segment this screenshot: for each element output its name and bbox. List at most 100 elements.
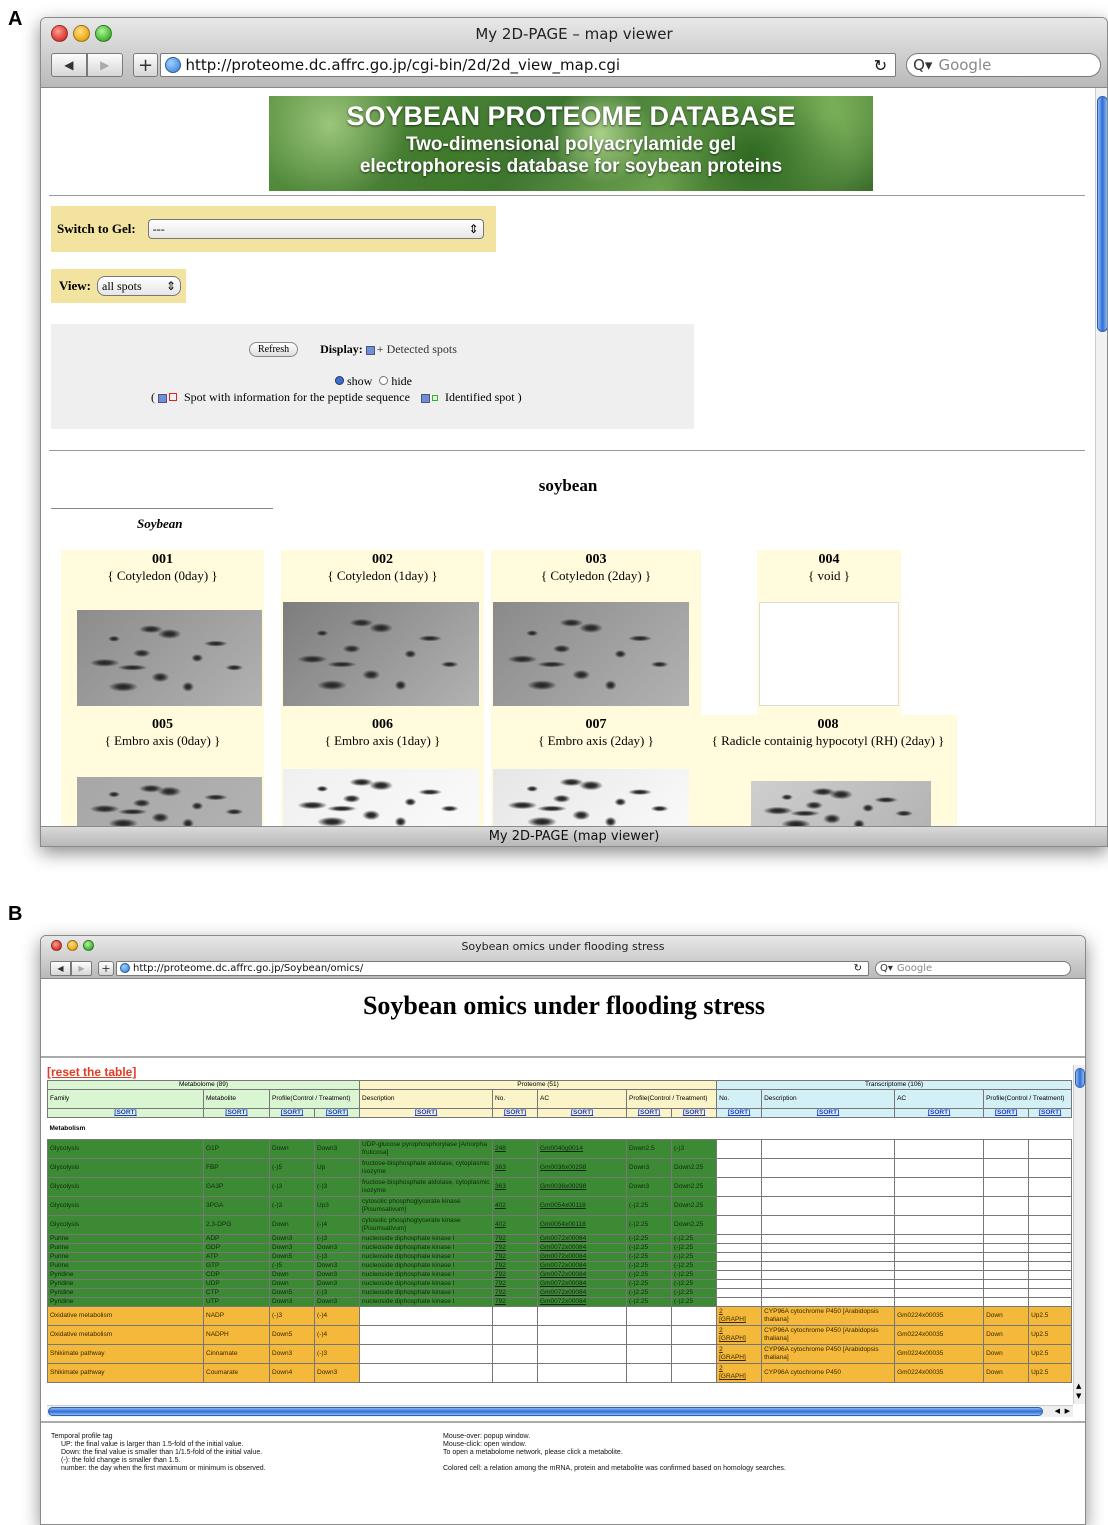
number-cell[interactable]: 792 bbox=[492, 1279, 539, 1289]
scroll-thumb-b[interactable] bbox=[1075, 1068, 1085, 1088]
metabolite-cell[interactable]: Cinnamate bbox=[203, 1344, 270, 1364]
number-cell[interactable]: 363 bbox=[492, 1177, 539, 1197]
h-scroll-thumb[interactable] bbox=[48, 1407, 1043, 1416]
scroll-down-arrow[interactable]: ▼ bbox=[1076, 1392, 1081, 1400]
gel-image[interactable] bbox=[283, 602, 479, 706]
accession-cell[interactable]: Gm0072x00084 bbox=[537, 1243, 628, 1253]
sort-link[interactable]: [SORT] bbox=[1028, 1108, 1073, 1118]
reload-icon[interactable]: ↻ bbox=[874, 56, 887, 75]
sort-link[interactable]: [SORT] bbox=[359, 1108, 494, 1118]
identified-checkbox[interactable] bbox=[420, 393, 430, 403]
number-cell[interactable]: 402 bbox=[492, 1215, 539, 1235]
url-bar[interactable]: http://proteome.dc.affrc.go.jp/Soybean/o… bbox=[116, 960, 869, 976]
accession-cell[interactable]: Gm0036x00298 bbox=[537, 1177, 628, 1197]
sort-link[interactable]: [SORT] bbox=[761, 1108, 896, 1118]
gel-card-007[interactable]: 007{ Embro axis (2day) } bbox=[491, 715, 701, 835]
gel-card-001[interactable]: 001{ Cotyledon (0day) } bbox=[61, 550, 264, 720]
reset-table-link[interactable]: [reset the table] bbox=[47, 1065, 1073, 1080]
gel-image[interactable] bbox=[493, 602, 689, 706]
sort-link[interactable]: [SORT] bbox=[983, 1108, 1030, 1118]
accession-cell[interactable]: Gm0072x00084 bbox=[537, 1252, 628, 1262]
metabolite-cell[interactable]: ADP bbox=[203, 1234, 270, 1244]
reload-icon[interactable]: ↻ bbox=[854, 963, 862, 974]
metabolite-cell[interactable]: GTP bbox=[203, 1261, 270, 1271]
metabolite-cell[interactable]: G1P bbox=[203, 1139, 270, 1159]
forward-button[interactable]: ▶ bbox=[71, 960, 92, 976]
sort-link[interactable]: [SORT] bbox=[671, 1108, 718, 1118]
sort-link[interactable]: [SORT] bbox=[716, 1108, 763, 1118]
metabolite-cell[interactable]: GA3P bbox=[203, 1177, 270, 1197]
number-cell[interactable]: 248 bbox=[492, 1139, 539, 1159]
gel-image[interactable] bbox=[759, 602, 899, 706]
metabolite-cell[interactable]: 3PGA bbox=[203, 1196, 270, 1216]
sort-link[interactable]: [SORT] bbox=[47, 1108, 204, 1118]
sort-link[interactable]: [SORT] bbox=[894, 1108, 985, 1118]
refresh-button[interactable]: Refresh bbox=[249, 342, 299, 357]
accession-cell[interactable]: Gm0072x00084 bbox=[537, 1234, 628, 1244]
accession-cell[interactable]: Gm0054x00118 bbox=[537, 1196, 628, 1216]
search-box[interactable]: Q▾ Google bbox=[906, 53, 1101, 77]
accession-cell[interactable]: Gm0054x00118 bbox=[537, 1215, 628, 1235]
scroll-left-arrow[interactable]: ◀ bbox=[1055, 1407, 1060, 1415]
metabolite-cell[interactable]: NADPH bbox=[203, 1325, 270, 1345]
metabolite-cell[interactable]: ATP bbox=[203, 1252, 270, 1262]
url-bar[interactable]: http://proteome.dc.affrc.go.jp/cgi-bin/2… bbox=[160, 53, 897, 77]
add-bookmark-button[interactable]: + bbox=[98, 960, 114, 976]
scroll-right-arrow[interactable]: ▶ bbox=[1065, 1407, 1070, 1415]
transcript-number-cell[interactable]: 2 [GRAPH] bbox=[716, 1325, 763, 1345]
sort-link[interactable]: [SORT] bbox=[203, 1108, 270, 1118]
metabolite-cell[interactable]: GDP bbox=[203, 1243, 270, 1253]
number-cell[interactable]: 792 bbox=[492, 1234, 539, 1244]
gel-card-006[interactable]: 006{ Embro axis (1day) } bbox=[281, 715, 484, 835]
back-button[interactable]: ◀ bbox=[51, 53, 87, 77]
add-bookmark-button[interactable]: + bbox=[132, 53, 159, 77]
metabolite-cell[interactable]: FBP bbox=[203, 1158, 270, 1178]
vertical-scrollbar-b[interactable]: ▲ ▼ bbox=[1073, 1065, 1085, 1404]
metabolite-cell[interactable]: UDP bbox=[203, 1279, 270, 1289]
metabolite-cell[interactable]: NADP bbox=[203, 1306, 270, 1326]
number-cell[interactable]: 792 bbox=[492, 1243, 539, 1253]
transcript-number-cell[interactable]: 2 [GRAPH] bbox=[716, 1363, 763, 1383]
sort-link[interactable]: [SORT] bbox=[313, 1108, 361, 1118]
sort-link[interactable]: [SORT] bbox=[269, 1108, 315, 1118]
gel-card-003[interactable]: 003{ Cotyledon (2day) } bbox=[491, 550, 701, 720]
transcript-number-cell[interactable]: 2 [GRAPH] bbox=[716, 1344, 763, 1364]
number-cell[interactable]: 402 bbox=[492, 1196, 539, 1216]
gel-card-004[interactable]: 004{ void } bbox=[757, 550, 901, 720]
back-button[interactable]: ◀ bbox=[50, 960, 71, 976]
gel-image[interactable] bbox=[77, 610, 262, 706]
number-cell[interactable]: 792 bbox=[492, 1252, 539, 1262]
switch-gel-select[interactable]: --- ⇕ bbox=[147, 219, 484, 239]
sort-link[interactable]: [SORT] bbox=[537, 1108, 628, 1118]
graph-link[interactable]: [GRAPH] bbox=[719, 1373, 759, 1381]
scroll-up-arrow[interactable]: ▲ bbox=[1076, 1382, 1081, 1390]
gel-card-002[interactable]: 002{ Cotyledon (1day) } bbox=[281, 550, 484, 720]
metabolite-cell[interactable]: CDP bbox=[203, 1270, 270, 1280]
metabolite-cell[interactable]: UTP bbox=[203, 1297, 270, 1307]
graph-link[interactable]: [GRAPH] bbox=[719, 1354, 759, 1362]
horizontal-scrollbar-b[interactable]: ◀ ▶ bbox=[47, 1405, 1073, 1417]
forward-button[interactable]: ▶ bbox=[86, 53, 123, 77]
sort-link[interactable]: [SORT] bbox=[626, 1108, 673, 1118]
hide-radio[interactable] bbox=[379, 376, 389, 385]
view-select[interactable]: all spots ⇕ bbox=[97, 276, 182, 296]
number-cell[interactable]: 792 bbox=[492, 1288, 539, 1298]
sort-link[interactable]: [SORT] bbox=[492, 1108, 539, 1118]
accession-cell[interactable]: Gm0072x00084 bbox=[537, 1270, 628, 1280]
show-radio[interactable] bbox=[335, 376, 344, 385]
number-cell[interactable]: 792 bbox=[492, 1261, 539, 1271]
gel-card-008[interactable]: 008{ Radicle containig hypocotyl (RH) (2… bbox=[699, 715, 957, 835]
graph-link[interactable]: [GRAPH] bbox=[719, 1335, 759, 1343]
transcript-number-cell[interactable]: 2 [GRAPH] bbox=[716, 1306, 763, 1326]
search-box[interactable]: Q▾ Google bbox=[875, 960, 1071, 976]
metabolite-cell[interactable]: Coumarate bbox=[203, 1363, 270, 1383]
gel-card-005[interactable]: 005{ Embro axis (0day) } bbox=[61, 715, 264, 835]
number-cell[interactable]: 792 bbox=[492, 1270, 539, 1280]
accession-cell[interactable]: Gm0072x00084 bbox=[537, 1288, 628, 1298]
accession-cell[interactable]: Gm0072x00084 bbox=[537, 1261, 628, 1271]
tab-soybean[interactable]: Soybean bbox=[137, 516, 183, 532]
number-cell[interactable]: 792 bbox=[492, 1297, 539, 1307]
accession-cell[interactable]: Gm0040g0014 bbox=[537, 1139, 628, 1159]
metabolite-cell[interactable]: 2,3-DPG bbox=[203, 1215, 270, 1235]
scroll-thumb-a[interactable] bbox=[1097, 96, 1107, 332]
